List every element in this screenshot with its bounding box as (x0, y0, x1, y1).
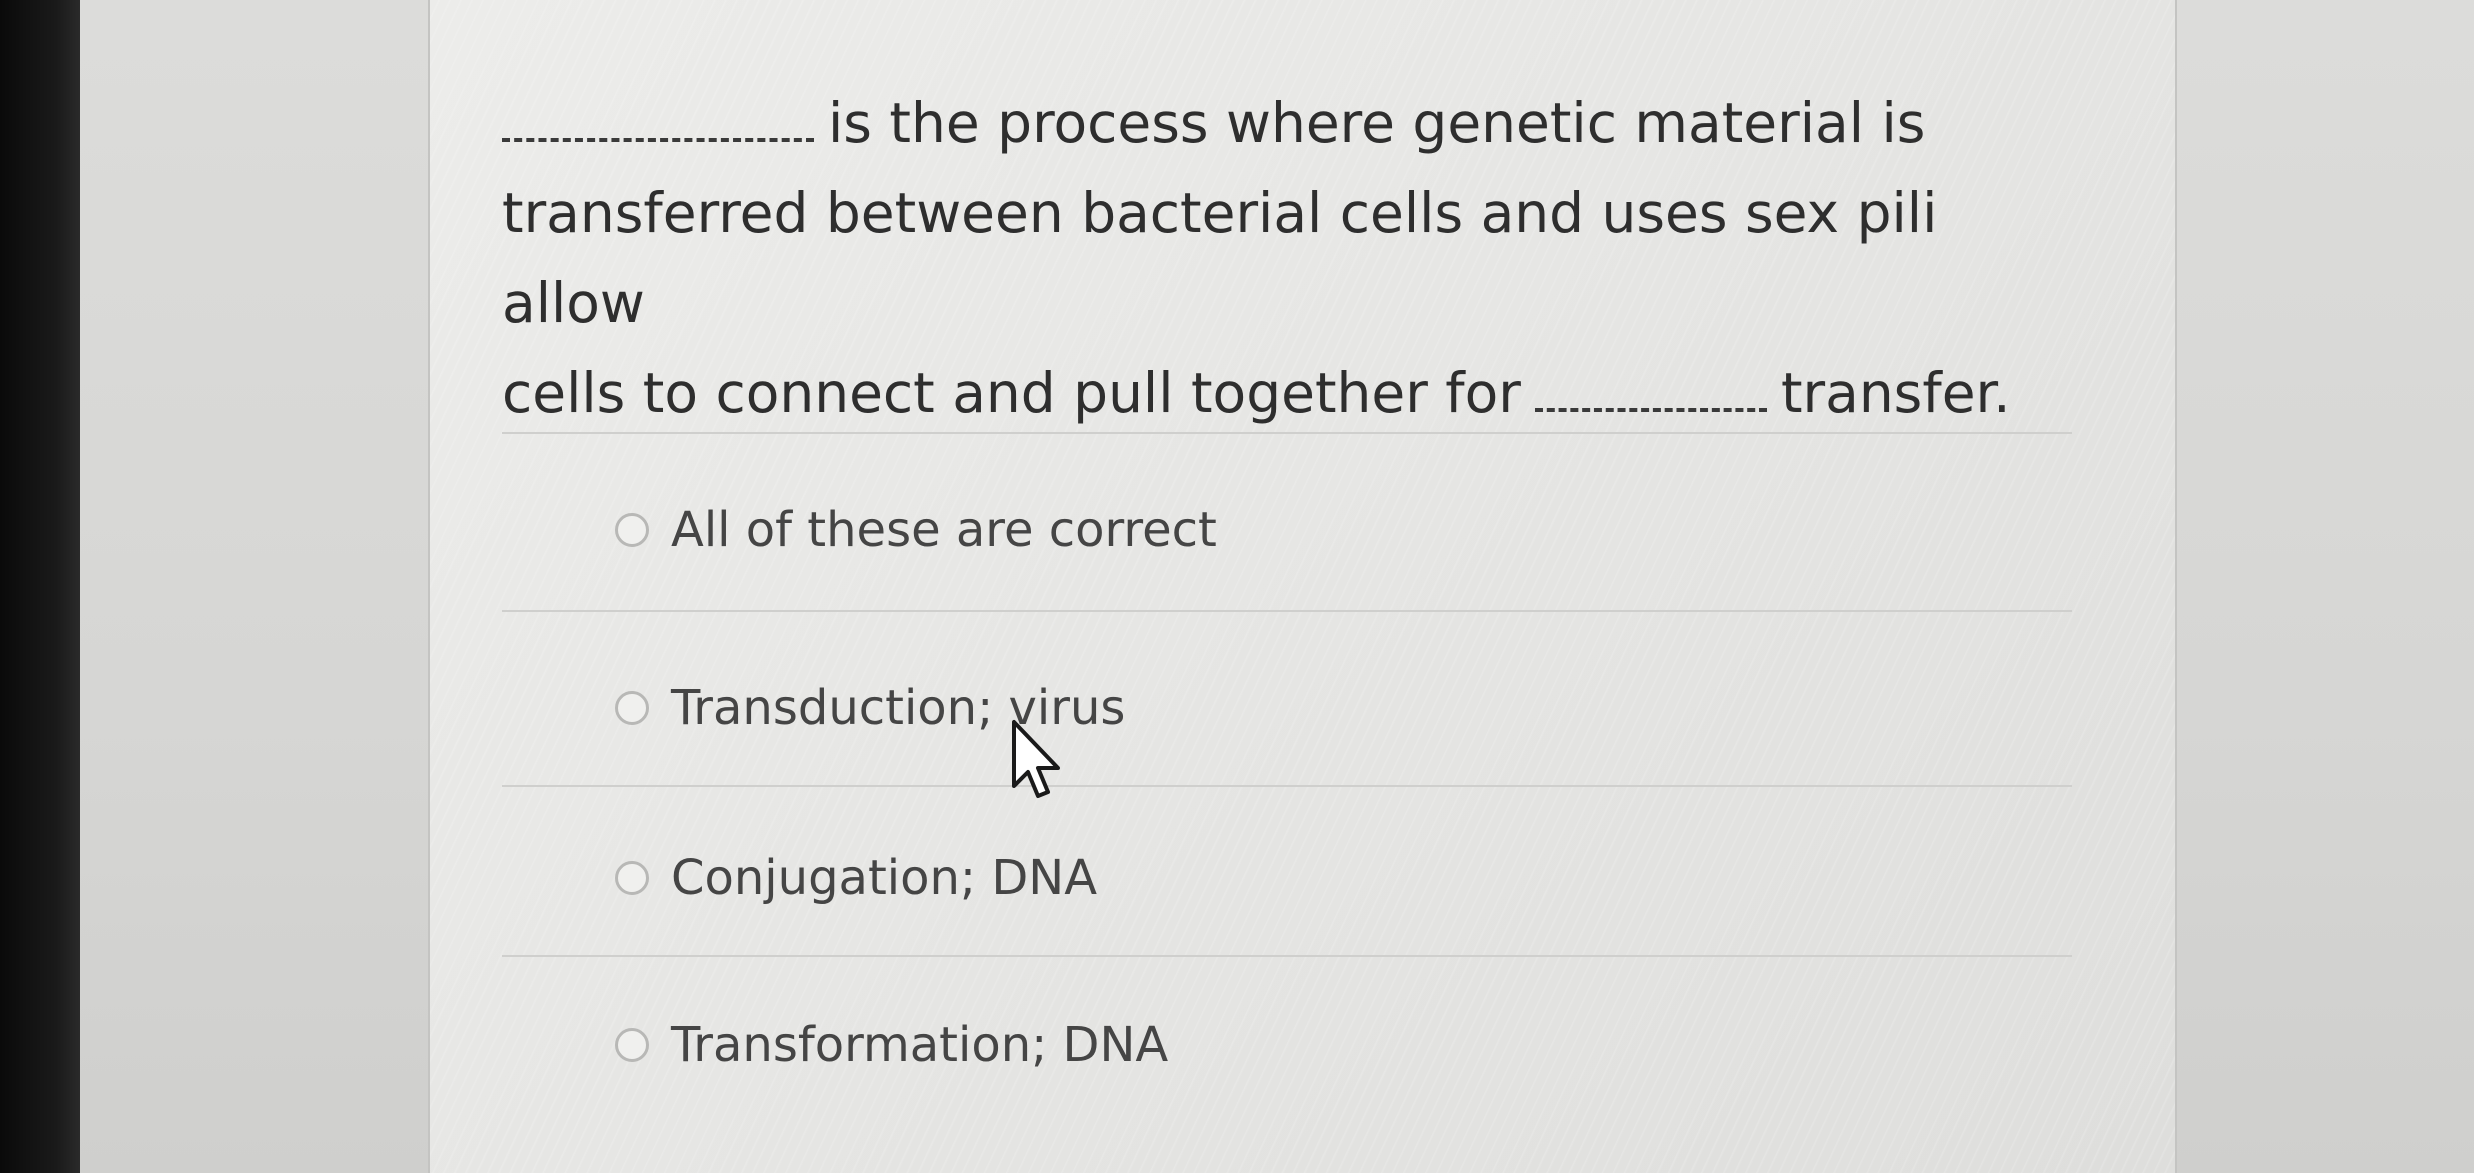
mouse-pointer-icon (1012, 720, 1060, 798)
radio-button-icon[interactable] (615, 1028, 649, 1062)
radio-button-icon[interactable] (615, 691, 649, 725)
screen-bezel (0, 0, 80, 1173)
question-prompt: is the process where genetic material is… (502, 78, 2062, 438)
answer-option-3[interactable]: Conjugation; DNA (615, 838, 1097, 918)
radio-button-icon[interactable] (615, 861, 649, 895)
divider (502, 955, 2072, 957)
divider (502, 610, 2072, 612)
question-line-2: transferred between bacterial cells and … (502, 181, 1938, 335)
answer-option-label: Transformation; DNA (671, 1017, 1169, 1073)
answer-blank-2 (1534, 362, 1767, 412)
question-panel: is the process where genetic material is… (428, 0, 2177, 1173)
divider (502, 432, 2072, 434)
answer-option-label: All of these are correct (671, 502, 1217, 558)
answer-blank-1 (502, 92, 814, 142)
question-line-3-start: cells to connect and pull together for (502, 361, 1521, 425)
answer-option-4[interactable]: Transformation; DNA (615, 1005, 1168, 1085)
question-line-3-end: transfer. (1780, 361, 2011, 425)
divider (502, 785, 2072, 787)
question-line-1: is the process where genetic material is (828, 91, 1926, 155)
radio-button-icon[interactable] (615, 513, 649, 547)
answer-option-label: Conjugation; DNA (671, 850, 1098, 906)
answer-option-1[interactable]: All of these are correct (615, 490, 1217, 570)
